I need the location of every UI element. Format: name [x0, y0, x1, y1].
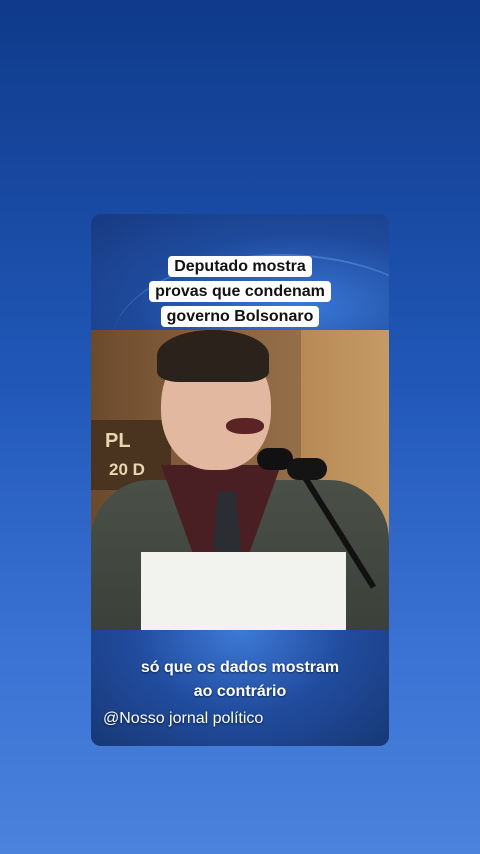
document-paper	[141, 552, 346, 630]
channel-handle: @Nosso jornal político	[103, 710, 264, 727]
subtitle-line-1: só que os dados mostram	[140, 659, 340, 676]
video-subtitle: só que os dados mostram ao contrário	[91, 656, 389, 704]
microphone-icon-2	[287, 458, 327, 480]
title-line-1: Deputado mostra	[168, 256, 312, 277]
speaker-hair-front	[157, 330, 269, 382]
title-line-3: governo Bolsonaro	[160, 306, 320, 327]
video-frame-image: PL 20 D	[91, 330, 389, 630]
speaker-mouth	[226, 418, 264, 434]
plaque-text-2: 20 D	[109, 460, 145, 479]
plaque-text-1: PL	[105, 430, 131, 452]
video-title: Deputado mostra provas que condenam gove…	[149, 254, 331, 329]
title-line-2: provas que condenam	[149, 281, 331, 302]
subtitle-line-2: ao contrário	[193, 683, 287, 700]
video-card[interactable]: Deputado mostra provas que condenam gove…	[91, 214, 389, 746]
